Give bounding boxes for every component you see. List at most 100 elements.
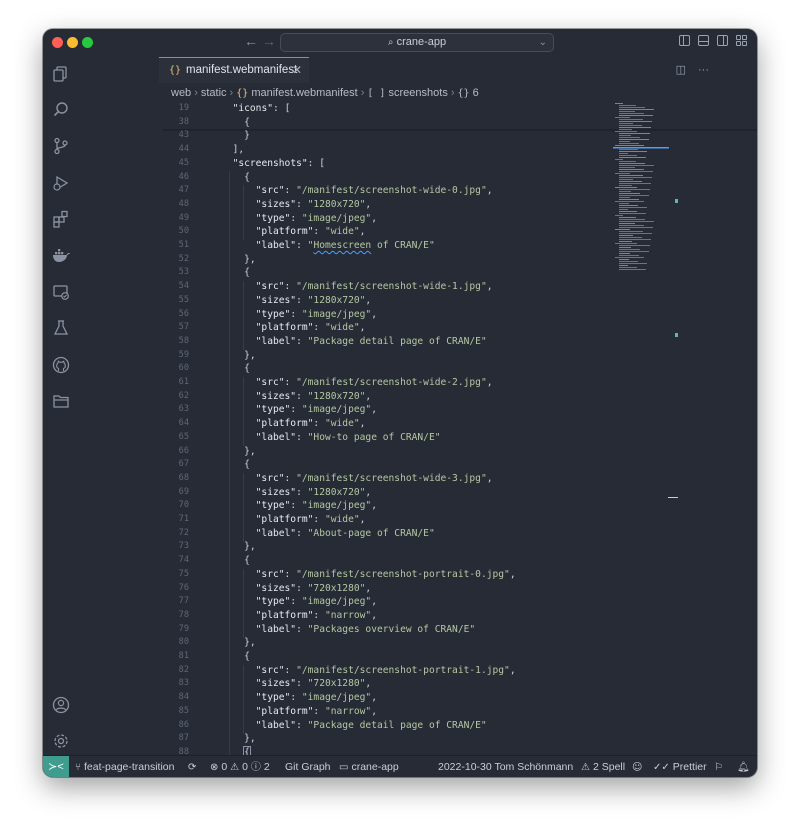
code-line[interactable]: 53 { [163,266,623,280]
remote-indicator-icon[interactable]: ≻< [43,756,69,777]
code-line[interactable]: 66 }, [163,445,623,459]
code-line[interactable]: 43 } [163,129,623,143]
code-line[interactable]: 19 "icons": [ [163,102,623,116]
sync-icon[interactable]: ⟳ [188,756,199,777]
code-line[interactable]: 80 }, [163,636,623,650]
toggle-secondary-sidebar-icon[interactable] [717,35,728,46]
run-debug-icon[interactable] [52,174,70,192]
extensions-icon[interactable] [52,210,70,228]
explorer-icon[interactable] [52,65,70,83]
code-line[interactable]: 88 { [163,745,623,755]
account-icon[interactable] [52,696,70,714]
docker-icon[interactable] [52,246,70,264]
code-line[interactable]: 50 "platform": "wide", [163,225,623,239]
remote-explorer-icon[interactable] [52,283,70,301]
code-line[interactable]: 38 { [163,116,623,130]
code-line[interactable]: 62 "sizes": "1280x720", [163,390,623,404]
spell-status[interactable]: ⚠ 2 Spell [581,756,625,777]
github-icon[interactable] [52,356,70,374]
close-window-button[interactable] [52,37,63,48]
code-line[interactable]: 60 { [163,362,623,376]
code-editor[interactable]: 19 "icons": [38 {43 } 44 ], 45 "screenshot… [163,101,757,755]
code-line[interactable]: 52 }, [163,253,623,267]
code-line[interactable]: 51 "label": "Homescreen of CRAN/E" [163,239,623,253]
code-line[interactable]: 73 }, [163,540,623,554]
code-line[interactable]: 69 "sizes": "1280x720", [163,486,623,500]
tab-manifest-webmanifest[interactable]: {} manifest.webmanifest ✕ [159,57,309,83]
zoom-window-button[interactable] [82,37,93,48]
code-line[interactable]: 54 "src": "/manifest/screenshot-wide-1.j… [163,280,623,294]
code-line[interactable]: 67 { [163,458,623,472]
workspace-status[interactable]: ▭ crane-app [339,756,399,777]
code-line[interactable]: 57 "platform": "wide", [163,321,623,335]
code-line[interactable]: 68 "src": "/manifest/screenshot-wide-3.j… [163,472,623,486]
breadcrumb-item[interactable]: web [171,87,191,99]
code-line[interactable]: 70 "type": "image/jpeg", [163,499,623,513]
close-icon[interactable]: ✕ [292,58,302,82]
code-line[interactable]: 56 "type": "image/jpeg", [163,308,623,322]
prettier-status[interactable]: ✓✓ Prettier [653,756,707,777]
code-line[interactable]: 81 { [163,650,623,664]
forward-arrow-icon[interactable]: → [262,32,276,50]
code-text: }, [244,541,256,553]
code-line[interactable]: 85 "platform": "narrow", [163,705,623,719]
code-line[interactable]: 76 "sizes": "720x1280", [163,582,623,596]
code-line[interactable]: 87 }, [163,732,623,746]
breadcrumb-item[interactable]: static [201,87,227,99]
branch-status[interactable]: ⑂ feat-page-transition [75,756,174,777]
code-line[interactable]: 84 "type": "image/jpeg", [163,691,623,705]
code-line[interactable]: 72 "label": "About-page of CRAN/E" [163,527,623,541]
code-line[interactable]: 74 { [163,554,623,568]
toggle-panel-icon[interactable] [698,35,709,46]
line-number: 44 [178,144,189,155]
code-line[interactable]: 75 "src": "/manifest/screenshot-portrait… [163,568,623,582]
toggle-primary-sidebar-icon[interactable] [679,35,690,46]
notifications-bell-icon[interactable]: 🔔︎ [737,756,753,777]
code-line[interactable]: 82 "src": "/manifest/screenshot-portrait… [163,664,623,678]
code-line[interactable]: 59 }, [163,349,623,363]
code-line[interactable]: 48 "sizes": "1280x720", [163,198,623,212]
code-text: }, [244,637,256,649]
code-line[interactable]: 79 "label": "Packages overview of CRAN/E… [163,623,623,637]
code-line[interactable]: 71 "platform": "wide", [163,513,623,527]
code-line[interactable]: 45 "screenshots": [ [163,157,623,171]
code-line[interactable]: 58 "label": "Package detail page of CRAN… [163,335,623,349]
code-text: "type": "image/jpeg", [255,308,377,320]
feedback-icon[interactable]: ⚐ [714,756,726,777]
testing-icon[interactable] [52,319,70,337]
minimap[interactable] [613,101,693,281]
code-line[interactable]: 47 "src": "/manifest/screenshot-wide-0.j… [163,184,623,198]
problems-status[interactable]: ⊗ 0 ⚠ 0 ⓘ 2 [210,756,270,777]
code-line[interactable]: 86 "label": "Package detail page of CRAN… [163,719,623,733]
folder-icon[interactable] [52,392,70,410]
settings-gear-icon[interactable] [52,732,70,750]
split-editor-icon[interactable]: ◫ [676,64,686,76]
git-branch-icon: ⑂ [75,762,81,773]
chevron-down-icon[interactable]: ⌄ [539,34,547,51]
code-line[interactable]: 44 ], [163,143,623,157]
command-center-search[interactable]: ⌕ crane-app ⌄ [280,33,554,52]
back-arrow-icon[interactable]: ← [244,32,258,50]
code-line[interactable]: 78 "platform": "narrow", [163,609,623,623]
git-graph-button[interactable]: Git Graph [285,756,331,777]
search-icon[interactable] [52,101,70,119]
git-blame-status[interactable]: 2022-10-30 Tom Schönmann [438,756,573,777]
code-line[interactable]: 63 "type": "image/jpeg", [163,403,623,417]
code-line[interactable]: 65 "label": "How-to page of CRAN/E" [163,431,623,445]
code-line[interactable]: 46 { [163,171,623,185]
source-control-icon[interactable] [52,137,70,155]
code-line[interactable]: 77 "type": "image/jpeg", [163,595,623,609]
breadcrumb-item[interactable]: manifest.webmanifest [251,87,357,99]
code-line[interactable]: 55 "sizes": "1280x720", [163,294,623,308]
code-line[interactable]: 49 "type": "image/jpeg", [163,212,623,226]
breadcrumb-item[interactable]: 6 [473,87,479,99]
code-line[interactable]: 83 "sizes": "720x1280", [163,677,623,691]
copilot-icon[interactable]: ☺ [632,756,645,777]
code-text: "icons": [ [232,103,291,114]
more-actions-icon[interactable]: ··· [698,64,709,76]
code-line[interactable]: 64 "platform": "wide", [163,417,623,431]
code-line[interactable]: 61 "src": "/manifest/screenshot-wide-2.j… [163,376,623,390]
breadcrumb-item[interactable]: screenshots [389,87,448,99]
customize-layout-icon[interactable] [736,35,747,46]
minimize-window-button[interactable] [67,37,78,48]
